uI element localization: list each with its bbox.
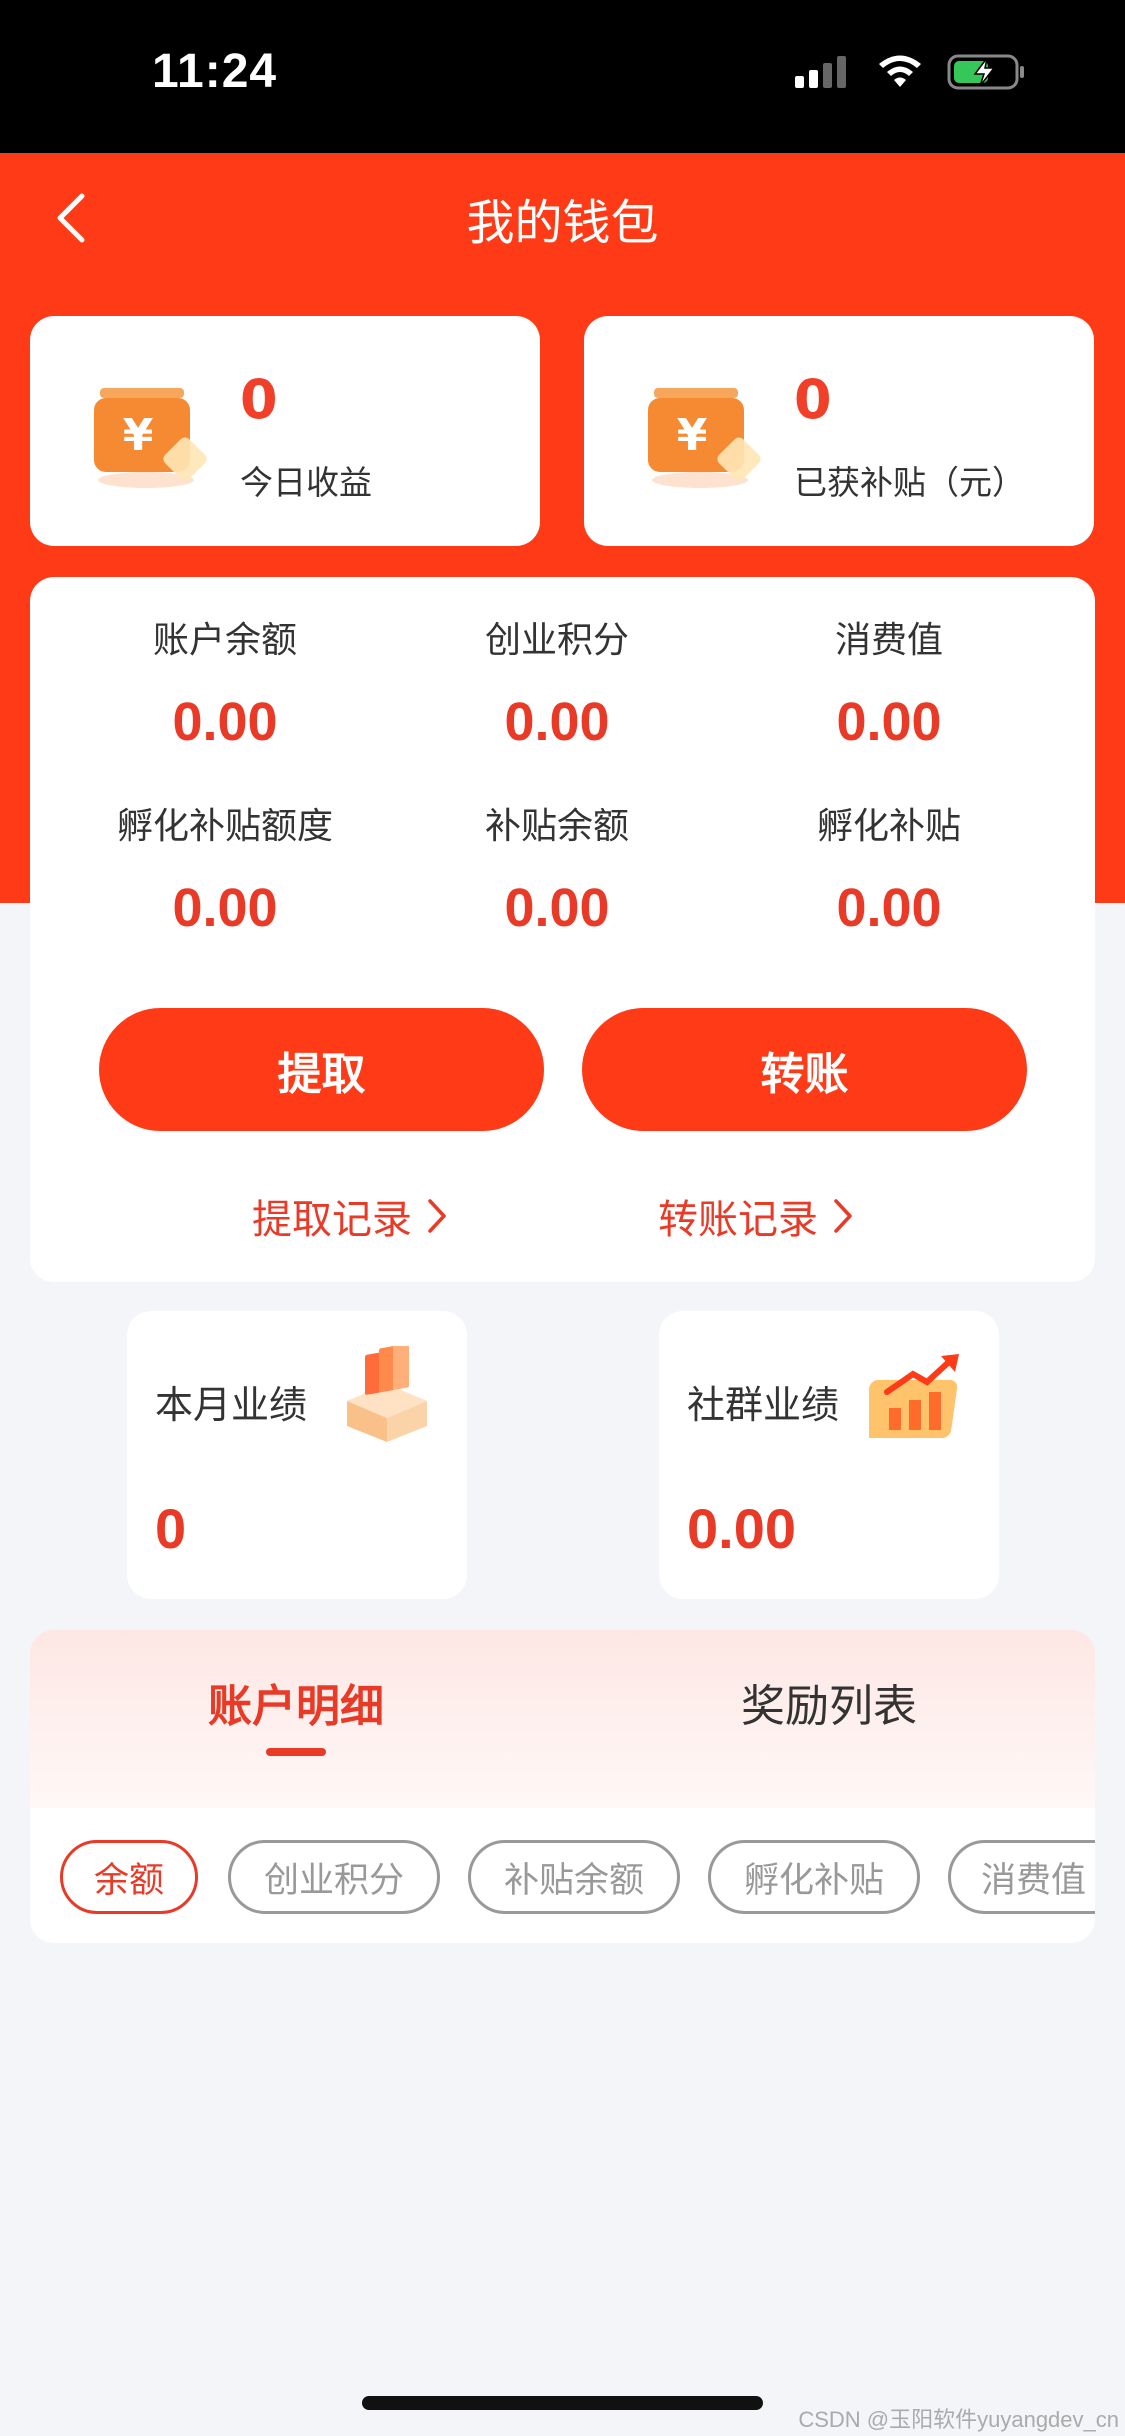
stat-value: 0.00 xyxy=(836,692,942,752)
monthly-performance-label: 本月业绩 xyxy=(155,1383,308,1427)
watermark: CSDN @玉阳软件yuyangdev_cn xyxy=(798,2407,1119,2432)
stat-label: 补贴余额 xyxy=(484,806,629,847)
growth-chart-icon xyxy=(869,1354,959,1438)
stat-account-balance: 账户余额 0.00 xyxy=(60,611,390,753)
withdraw-button[interactable]: 提取 xyxy=(99,1008,544,1131)
chip-balance[interactable]: 余额 xyxy=(60,1840,198,1914)
chip-startup-points[interactable]: 创业积分 xyxy=(228,1840,440,1914)
today-earnings-label: 今日收益 xyxy=(240,463,372,502)
tab-account-details[interactable]: 账户明细 xyxy=(30,1670,562,1734)
stat-label: 孵化补贴 xyxy=(816,806,961,847)
monthly-performance-card[interactable]: 本月业绩 0 xyxy=(127,1311,467,1599)
stat-value: 0.00 xyxy=(172,692,278,752)
battery-icon xyxy=(947,54,1024,90)
stat-value: 0.00 xyxy=(504,878,610,938)
wallet-icon: ¥ xyxy=(648,388,761,488)
stat-incubation-subsidy: 孵化补贴 0.00 xyxy=(724,797,1054,939)
stat-value: 0.00 xyxy=(172,878,278,938)
stat-value: 0.00 xyxy=(836,878,942,938)
stat-label: 消费值 xyxy=(834,620,943,661)
today-earnings-value: 0 xyxy=(240,368,278,431)
detail-tabs: 账户明细 奖励列表 xyxy=(30,1630,1095,1808)
subsidy-label: 已获补贴（元） xyxy=(794,463,1025,502)
chip-consumption-value[interactable]: 消费值 xyxy=(948,1840,1095,1914)
chip-incubation-subsidy[interactable]: 孵化补贴 xyxy=(708,1840,920,1914)
transfer-records-label: 转账记录 xyxy=(658,1197,818,1243)
page-title: 我的钱包 xyxy=(466,195,659,251)
svg-text:¥: ¥ xyxy=(677,410,708,461)
subsidy-value: 0 xyxy=(794,368,832,431)
chevron-right-icon xyxy=(834,1199,852,1233)
stat-subsidy-balance: 补贴余额 0.00 xyxy=(392,797,722,939)
wifi-icon xyxy=(879,55,921,87)
transfer-button[interactable]: 转账 xyxy=(582,1008,1027,1131)
withdraw-records-link[interactable]: 提取记录 xyxy=(252,1187,448,1245)
subsidy-card: ¥ 0 已获补贴（元） xyxy=(584,316,1094,546)
stat-startup-points: 创业积分 0.00 xyxy=(392,611,722,753)
documents-box-icon xyxy=(347,1346,427,1442)
filter-chips: 余额 创业积分 补贴余额 孵化补贴 消费值 xyxy=(30,1808,1095,1943)
status-time: 11:24 xyxy=(152,45,278,98)
stat-consumption-value: 消费值 0.00 xyxy=(724,611,1054,753)
chevron-right-icon xyxy=(428,1199,446,1233)
signal-icon xyxy=(795,56,846,88)
chip-subsidy-balance[interactable]: 补贴余额 xyxy=(468,1840,680,1914)
home-indicator[interactable] xyxy=(362,2396,763,2410)
stat-label: 孵化补贴额度 xyxy=(116,806,333,847)
status-bar: 11:24 xyxy=(0,0,1125,153)
transfer-records-link[interactable]: 转账记录 xyxy=(658,1187,854,1245)
today-earnings-card: ¥ 0 今日收益 xyxy=(30,316,540,546)
monthly-performance-value: 0 xyxy=(155,1497,187,1560)
community-performance-card[interactable]: 社群业绩 0.00 xyxy=(659,1311,999,1599)
account-stats-card: 账户余额 0.00 创业积分 0.00 消费值 0.00 孵化补贴额度 0.00… xyxy=(30,577,1095,1282)
community-performance-value: 0.00 xyxy=(687,1497,796,1560)
stat-value: 0.00 xyxy=(504,692,610,752)
stat-label: 账户余额 xyxy=(152,620,297,661)
stat-incubation-quota: 孵化补贴额度 0.00 xyxy=(60,797,390,939)
community-performance-label: 社群业绩 xyxy=(687,1383,840,1427)
wallet-icon: ¥ xyxy=(94,388,207,488)
withdraw-records-label: 提取记录 xyxy=(252,1197,412,1243)
stat-label: 创业积分 xyxy=(484,620,629,661)
active-tab-indicator xyxy=(266,1748,326,1756)
tab-reward-list[interactable]: 奖励列表 xyxy=(563,1670,1095,1734)
status-icons xyxy=(793,52,1027,92)
svg-text:¥: ¥ xyxy=(123,410,154,461)
